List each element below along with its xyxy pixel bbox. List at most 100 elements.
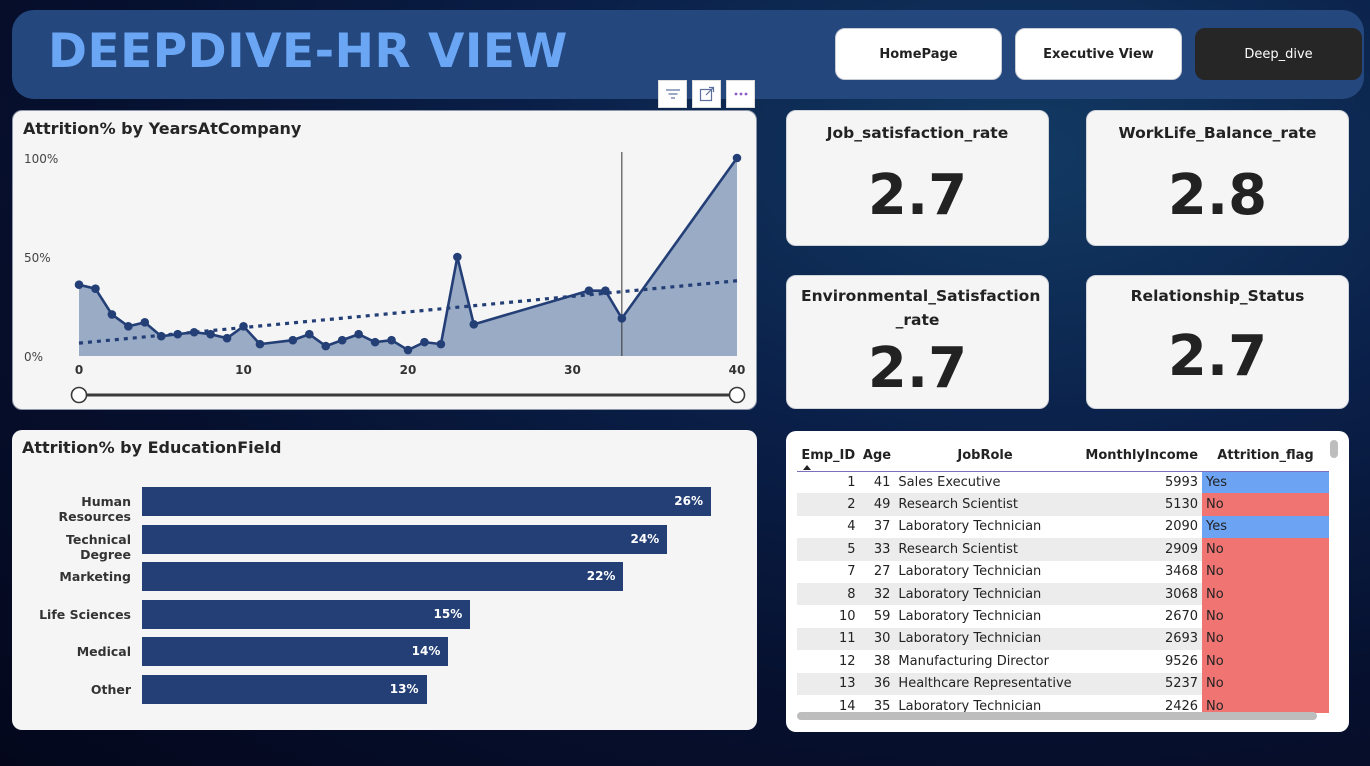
table-row[interactable]: 10 59 Laboratory Technician 2670 No: [797, 605, 1329, 628]
bar[interactable]: 14%: [142, 637, 449, 667]
filter-icon[interactable]: [658, 80, 687, 108]
nav-homepage-button[interactable]: HomePage: [835, 28, 1002, 80]
data-point[interactable]: [140, 318, 150, 327]
focus-mode-icon[interactable]: [692, 80, 721, 108]
data-point[interactable]: [436, 339, 446, 349]
bar[interactable]: 26%: [142, 487, 711, 516]
cell-emp-id: 7: [847, 564, 856, 580]
data-point[interactable]: [321, 341, 331, 351]
table-row[interactable]: 11 30 Laboratory Technician 2693 No: [797, 627, 1329, 651]
column-header-attrition-flag[interactable]: Attrition_flag: [1202, 441, 1329, 472]
table-row[interactable]: 4 37 Laboratory Technician 2090 Yes: [797, 515, 1329, 539]
cell-emp-id: 13: [797, 672, 860, 695]
cell-monthly-income: 2090: [1164, 519, 1199, 535]
vertical-scrollbar[interactable]: [1330, 440, 1338, 458]
data-point[interactable]: [305, 329, 314, 339]
kpi-card-worklife-balance[interactable]: WorkLife_Balance_rate 2.8: [1086, 110, 1349, 246]
data-point[interactable]: [354, 329, 363, 339]
data-point[interactable]: [239, 322, 248, 331]
data-point[interactable]: [370, 337, 380, 347]
nav-executive-view-button[interactable]: Executive View: [1015, 28, 1182, 80]
table-row[interactable]: 8 32 Laboratory Technician 3068 No: [797, 582, 1329, 606]
data-point[interactable]: [255, 339, 265, 349]
table-body: 1 41 Sales Executive 5993 Yes 2 49 Research Sci…: [797, 471, 1329, 713]
bar[interactable]: 24%: [142, 524, 668, 554]
data-point[interactable]: [601, 286, 610, 295]
x-tick-label: 20: [400, 363, 417, 377]
bar-category-label: Medical: [76, 644, 131, 660]
data-point[interactable]: [173, 329, 182, 339]
bar[interactable]: 13%: [142, 675, 427, 704]
cell-monthly-income: 2426: [1164, 698, 1199, 713]
table-row[interactable]: 13 36 Healthcare Representative 5237 No: [797, 672, 1329, 695]
column-header-emp-id[interactable]: Emp_ID: [797, 441, 860, 472]
cell-monthly-income: 5993: [1164, 474, 1199, 490]
table-row[interactable]: 5 33 Research Scientist 2909 No: [797, 538, 1329, 561]
table-row[interactable]: 2 49 Research Scientist 5130 No: [797, 493, 1329, 516]
cell-age: 38: [873, 653, 891, 669]
cell-jobrole: Laboratory Technician: [898, 698, 1042, 713]
data-point[interactable]: [74, 280, 84, 290]
cell-monthly-income: 2693: [1075, 627, 1203, 651]
data-point[interactable]: [732, 153, 742, 163]
table-row[interactable]: 7 27 Laboratory Technician 3468 No: [797, 560, 1329, 583]
data-point[interactable]: [337, 335, 347, 345]
data-point[interactable]: [420, 337, 429, 347]
column-header-monthly-income[interactable]: MonthlyIncome: [1075, 441, 1203, 472]
cell-jobrole: Laboratory Technician: [894, 582, 1076, 606]
bar-category-label: Other: [90, 682, 131, 697]
bar-data-label: 26%: [674, 494, 703, 508]
cell-monthly-income: 2909: [1075, 538, 1203, 561]
data-point[interactable]: [222, 333, 232, 343]
cell-age: 41: [873, 474, 891, 490]
data-point[interactable]: [156, 331, 166, 341]
data-point[interactable]: [584, 286, 594, 295]
bar-category-label: Marketing: [59, 569, 131, 585]
data-point[interactable]: [107, 310, 117, 319]
line-chart-panel[interactable]: Attrition% by YearsAtCompany 100% 50% 0% 0 1…: [12, 110, 757, 410]
area-fill: [79, 158, 737, 356]
range-slider-handle[interactable]: [728, 386, 746, 404]
table-row[interactable]: 12 38 Manufacturing Director 9526 No: [797, 650, 1329, 673]
kpi-label: Job_satisfaction_rate: [826, 124, 1009, 142]
cell-emp-id: 11: [797, 627, 860, 651]
data-point[interactable]: [189, 327, 199, 337]
column-header-age[interactable]: Age: [859, 441, 895, 472]
table-row[interactable]: 14 35 Laboratory Technician 2426 No: [797, 694, 1329, 713]
cell-emp-id: 14: [839, 698, 856, 713]
bar-chart-panel[interactable]: Attrition% by EducationField Human Resou…: [12, 430, 757, 730]
data-point[interactable]: [91, 284, 100, 293]
cell-jobrole: Sales Executive: [898, 474, 1001, 490]
more-options-icon[interactable]: [726, 80, 755, 108]
cell-jobrole: Research Scientist: [894, 493, 1076, 516]
data-point[interactable]: [617, 314, 627, 323]
horizontal-scrollbar[interactable]: [797, 712, 1317, 720]
data-point[interactable]: [288, 335, 298, 345]
kpi-value: 2.7: [1167, 324, 1268, 389]
nav-deep-dive-button[interactable]: Deep_dive: [1195, 28, 1362, 80]
data-point[interactable]: [124, 322, 133, 331]
kpi-card-job-satisfaction[interactable]: Job_satisfaction_rate 2.7: [786, 110, 1049, 246]
cell-monthly-income: 9526: [1164, 653, 1199, 669]
y-tick-label: 100%: [24, 152, 58, 166]
data-point[interactable]: [403, 345, 413, 355]
data-point[interactable]: [453, 252, 462, 262]
data-point[interactable]: [387, 335, 396, 345]
kpi-card-relationship-status[interactable]: Relationship_Status 2.7: [1086, 275, 1349, 409]
cell-age: 33: [859, 538, 895, 561]
column-header-label: Emp_ID: [801, 448, 856, 464]
kpi-card-environmental-satisfaction[interactable]: Environmental_Satisfaction _rate 2.7: [786, 275, 1049, 409]
cell-jobrole: Laboratory Technician: [898, 564, 1042, 580]
data-point[interactable]: [206, 329, 215, 339]
cell-age: 27: [873, 564, 891, 580]
cell-attrition-flag: No: [1202, 694, 1329, 713]
table-row[interactable]: 1 41 Sales Executive 5993 Yes: [797, 471, 1329, 494]
range-slider-handle[interactable]: [70, 386, 88, 404]
column-header-jobrole[interactable]: JobRole: [894, 441, 1076, 472]
bar-chart-title: Attrition% by EducationField: [22, 438, 282, 457]
data-point[interactable]: [469, 320, 479, 329]
bar[interactable]: 15%: [142, 599, 471, 629]
bar[interactable]: 22%: [142, 562, 624, 592]
kpi-label: WorkLife_Balance_rate: [1118, 124, 1317, 142]
cell-jobrole: Healthcare Representative: [894, 672, 1076, 695]
